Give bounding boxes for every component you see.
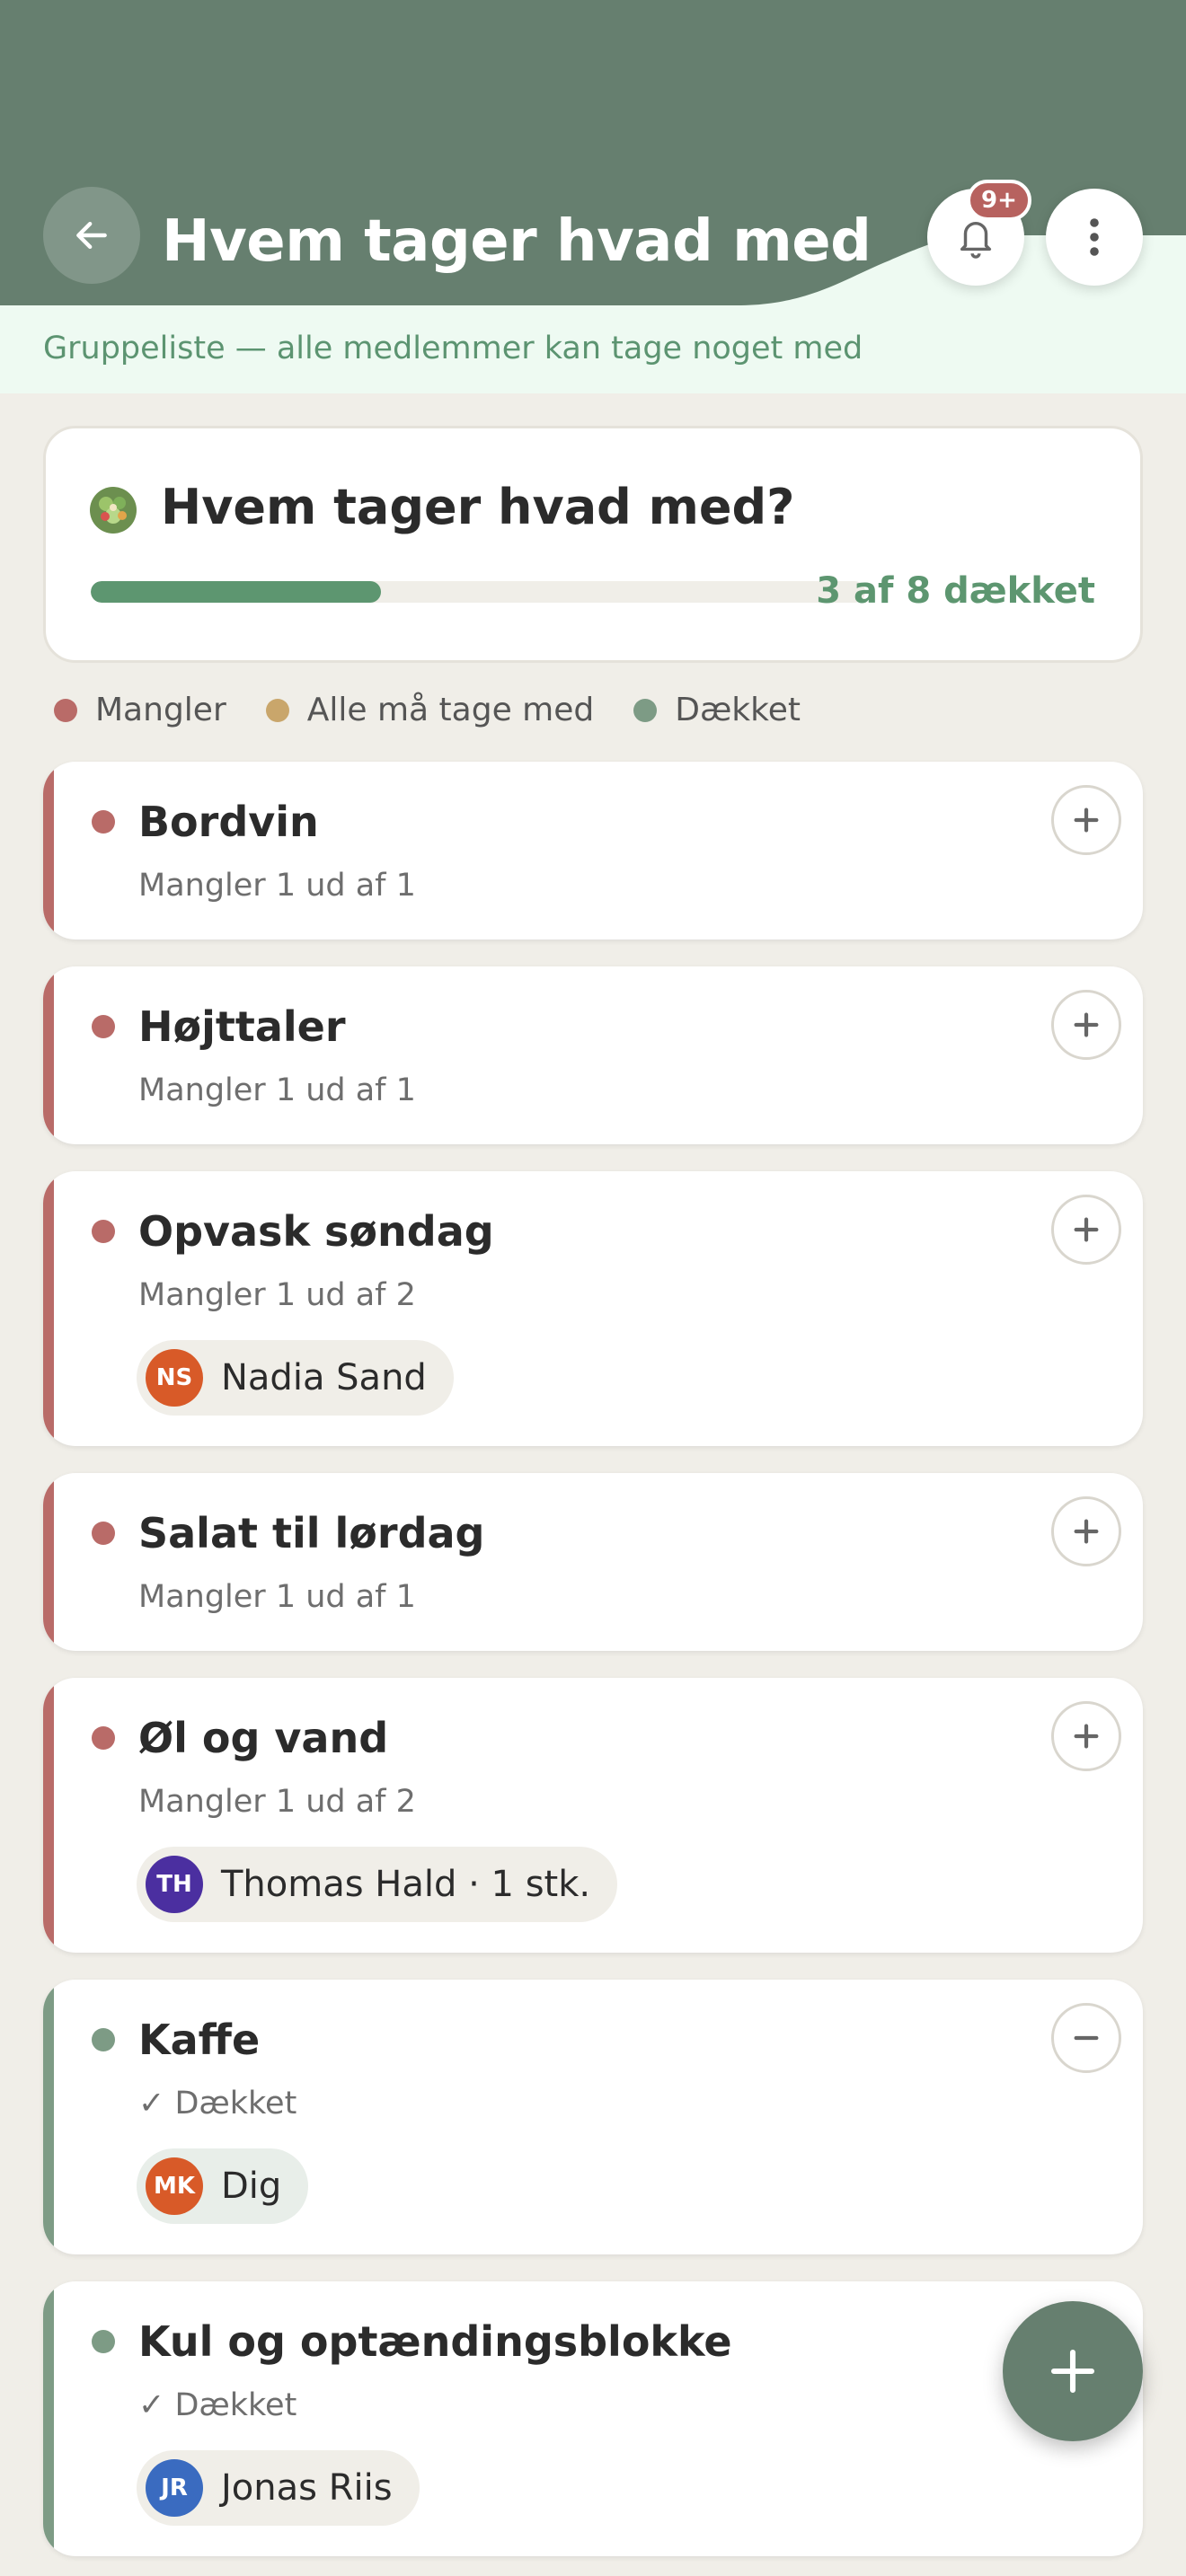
- item-title: Kul og optændingsblokke: [138, 2317, 732, 2366]
- item-title: Øl og vand: [138, 1714, 389, 1762]
- summary-title: Hvem tager hvad med?: [161, 479, 795, 535]
- bell-icon: [960, 222, 992, 259]
- item-title: Bordvin: [138, 798, 319, 846]
- salad-icon: [90, 487, 137, 534]
- avatar: JR: [146, 2459, 203, 2517]
- legend-item-missing: Mangler: [54, 692, 226, 728]
- add-item-fab[interactable]: [1003, 2301, 1143, 2441]
- item-title: Opvask søndag: [138, 1207, 494, 1256]
- assignee-name: Dig: [221, 2166, 282, 2207]
- arrow-left-icon: [76, 221, 107, 250]
- item-title: Højttaler: [138, 1002, 346, 1051]
- list-item-hoejttaler[interactable]: Højttaler Mangler 1 ud af 1: [43, 966, 1143, 1144]
- assignee-chip: TH Thomas Hald · 1 stk.: [137, 1847, 618, 1922]
- status-bar: [43, 1980, 54, 2254]
- legend-dot-missing: [54, 698, 77, 722]
- status-bar: [43, 1678, 54, 1953]
- plus-icon: [1074, 1217, 1099, 1242]
- legend-label: Dækket: [675, 692, 801, 728]
- list-item-kul-og-optaendingsblokke[interactable]: Kul og optændingsblokke ✓ Dækket JR Jona…: [43, 2281, 1143, 2556]
- avatar: MK: [146, 2157, 203, 2215]
- status-legend: Mangler Alle må tage med Dækket: [54, 692, 840, 728]
- page-title: Hvem tager hvad med: [162, 208, 872, 275]
- group-list-description: Gruppeliste — alle medlemmer kan tage no…: [43, 331, 863, 366]
- legend-dot-covered: [633, 698, 658, 722]
- item-title: Kaffe: [138, 2016, 261, 2064]
- list-item-bordvin[interactable]: Bordvin Mangler 1 ud af 1: [43, 762, 1143, 940]
- plus-icon: [1074, 1012, 1099, 1037]
- more-vertical-icon: [1090, 218, 1099, 256]
- avatar: TH: [146, 1856, 203, 1913]
- list-item-kaffe[interactable]: Kaffe ✓ Dækket MK Dig: [43, 1980, 1143, 2254]
- assignee-name: Jonas Riis: [221, 2467, 393, 2509]
- take-item-button[interactable]: [1051, 785, 1121, 855]
- status-dot: [92, 1220, 115, 1243]
- item-title: Salat til lørdag: [138, 1509, 485, 1557]
- list-item-salat-til-loerdag[interactable]: Salat til lørdag Mangler 1 ud af 1: [43, 1473, 1143, 1651]
- assignee-name: Nadia Sand: [221, 1357, 427, 1398]
- status-bar: [43, 966, 54, 1144]
- take-item-button[interactable]: [1051, 1496, 1121, 1566]
- plus-icon: [1074, 807, 1099, 833]
- status-dot: [92, 810, 115, 834]
- list-item-opvask-soendag[interactable]: Opvask søndag Mangler 1 ud af 2 NS Nadia…: [43, 1171, 1143, 1446]
- status-dot: [92, 1726, 115, 1750]
- legend-item-everyone: Alle må tage med: [265, 692, 595, 728]
- status-dot: [92, 2330, 115, 2353]
- avatar: NS: [146, 1349, 203, 1407]
- legend-label: Alle må tage med: [306, 692, 595, 728]
- list-item-oel-og-vand[interactable]: Øl og vand Mangler 1 ud af 2 TH Thomas H…: [43, 1678, 1143, 1953]
- minus-icon: [1074, 2035, 1099, 2041]
- summary-card: Hvem tager hvad med? 3 af 8 dækket: [43, 426, 1143, 663]
- plus-icon: [1074, 1724, 1099, 1749]
- status-bar: [43, 762, 54, 940]
- item-status: Mangler 1 ud af 2: [138, 1784, 416, 1820]
- status-dot: [92, 1015, 115, 1038]
- item-status: Mangler 1 ud af 1: [138, 1072, 416, 1108]
- notification-badge: 9+: [967, 180, 1031, 221]
- status-bar: [43, 1473, 54, 1651]
- item-status: ✓ Dækket: [138, 2387, 297, 2423]
- plus-icon: [1050, 2349, 1095, 2394]
- more-options-button[interactable]: [1046, 189, 1143, 286]
- app-header: Hvem tager hvad med 9+: [0, 0, 1186, 305]
- status-dot: [92, 2028, 115, 2051]
- plus-icon: [1074, 1519, 1099, 1544]
- back-button[interactable]: [43, 187, 140, 284]
- take-item-button[interactable]: [1051, 1701, 1121, 1771]
- take-item-button[interactable]: [1051, 1195, 1121, 1265]
- legend-item-covered: Dækket: [633, 692, 801, 728]
- assignee-chip: JR Jonas Riis: [137, 2450, 420, 2526]
- item-status: Mangler 1 ud af 1: [138, 868, 416, 904]
- coverage-count: 3 af 8 dækket: [816, 570, 1095, 612]
- assignee-name: Thomas Hald · 1 stk.: [221, 1864, 591, 1905]
- coverage-progress-fill: [91, 581, 382, 603]
- take-item-button[interactable]: [1051, 990, 1121, 1060]
- assignee-chip: MK Dig: [137, 2148, 309, 2224]
- coverage-progress-bar: [91, 581, 865, 603]
- status-bar: [43, 2281, 54, 2556]
- remove-me-button[interactable]: [1051, 2003, 1121, 2073]
- status-dot: [92, 1522, 115, 1545]
- legend-dot-everyone: [265, 698, 289, 722]
- item-status: ✓ Dækket: [138, 2086, 297, 2122]
- legend-label: Mangler: [95, 692, 226, 728]
- status-bar: [43, 1171, 54, 1446]
- subheader: Gruppeliste — alle medlemmer kan tage no…: [0, 305, 1186, 393]
- item-status: Mangler 1 ud af 2: [138, 1277, 416, 1313]
- item-status: Mangler 1 ud af 1: [138, 1579, 416, 1615]
- assignee-chip: NS Nadia Sand: [137, 1340, 454, 1416]
